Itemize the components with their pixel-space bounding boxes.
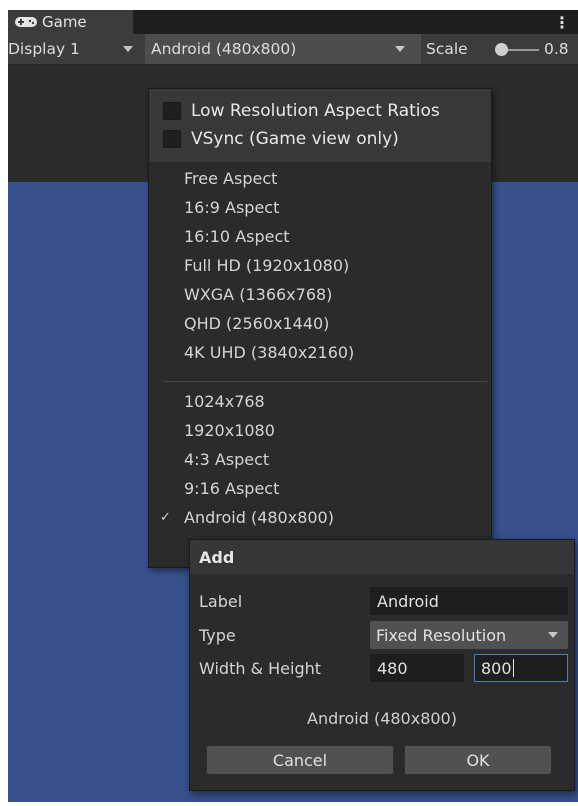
aspect-label: Android (480x800) — [151, 40, 297, 58]
tab-game[interactable]: Game — [8, 10, 133, 34]
option-vsync[interactable]: VSync (Game view only) — [163, 126, 399, 152]
game-toolbar: Display 1 Android (480x800) Scale 0.8 — [8, 34, 578, 65]
chevron-down-icon — [548, 632, 558, 638]
menu-item-free-aspect[interactable]: Free Aspect — [184, 165, 277, 191]
menu-options-section: Low Resolution Aspect Ratios VSync (Game… — [149, 89, 491, 162]
chevron-down-icon — [395, 46, 405, 52]
cancel-button[interactable]: Cancel — [206, 745, 394, 775]
game-window: Game ⋮ Display 1 Android (480x800) Scale… — [8, 10, 578, 802]
label-input[interactable]: Android — [370, 587, 568, 615]
menu-item-16-10[interactable]: 16:10 Aspect — [184, 223, 290, 249]
height-value: 800 — [481, 658, 512, 678]
menu-item-1024x768[interactable]: 1024x768 — [184, 388, 265, 414]
menu-item-full-hd[interactable]: Full HD (1920x1080) — [184, 252, 349, 278]
resolution-preview: Android (480x800) — [307, 708, 457, 728]
gamepad-icon — [15, 17, 37, 27]
option-label: Low Resolution Aspect Ratios — [191, 101, 440, 121]
option-low-resolution[interactable]: Low Resolution Aspect Ratios — [163, 98, 440, 124]
menu-item-android[interactable]: Android (480x800) — [184, 504, 334, 530]
label-field-label: Label — [199, 591, 243, 611]
menu-item-16-9[interactable]: 16:9 Aspect — [184, 194, 279, 220]
dialog-title: Add — [190, 540, 574, 574]
display-dropdown[interactable]: Display 1 — [8, 38, 136, 60]
kebab-menu-icon[interactable]: ⋮ — [554, 13, 570, 32]
checkbox[interactable] — [163, 102, 181, 120]
menu-item-9-16[interactable]: 9:16 Aspect — [184, 475, 279, 501]
tab-label: Game — [42, 13, 87, 31]
type-value: Fixed Resolution — [376, 625, 507, 645]
type-field-label: Type — [199, 625, 236, 645]
height-input[interactable]: 800 — [474, 654, 568, 682]
option-label: VSync (Game view only) — [191, 129, 399, 149]
checkbox[interactable] — [163, 130, 181, 148]
scale-value: 0.8 — [544, 40, 569, 58]
add-resolution-dialog: Add Label Android Type Fixed Resolution … — [189, 539, 575, 791]
scale-slider-handle[interactable] — [495, 43, 508, 56]
menu-item-4-3[interactable]: 4:3 Aspect — [184, 446, 269, 472]
menu-item-wxga[interactable]: WXGA (1366x768) — [184, 281, 332, 307]
type-dropdown[interactable]: Fixed Resolution — [370, 621, 568, 649]
menu-separator — [163, 381, 487, 382]
tab-bar: Game ⋮ — [8, 10, 578, 34]
checkmark-icon: ✓ — [160, 509, 171, 525]
display-label: Display 1 — [8, 40, 80, 58]
menu-item-1920x1080[interactable]: 1920x1080 — [184, 417, 275, 443]
aspect-menu: Low Resolution Aspect Ratios VSync (Game… — [148, 88, 492, 568]
size-field-label: Width & Height — [199, 658, 322, 678]
menu-item-qhd[interactable]: QHD (2560x1440) — [184, 310, 329, 336]
text-cursor — [512, 659, 514, 677]
menu-item-4k-uhd[interactable]: 4K UHD (3840x2160) — [184, 339, 354, 365]
width-input[interactable]: 480 — [370, 654, 464, 682]
aspect-dropdown[interactable]: Android (480x800) — [145, 34, 421, 64]
chevron-down-icon — [123, 46, 133, 52]
scale-label: Scale — [426, 40, 468, 58]
ok-button[interactable]: OK — [404, 745, 552, 775]
